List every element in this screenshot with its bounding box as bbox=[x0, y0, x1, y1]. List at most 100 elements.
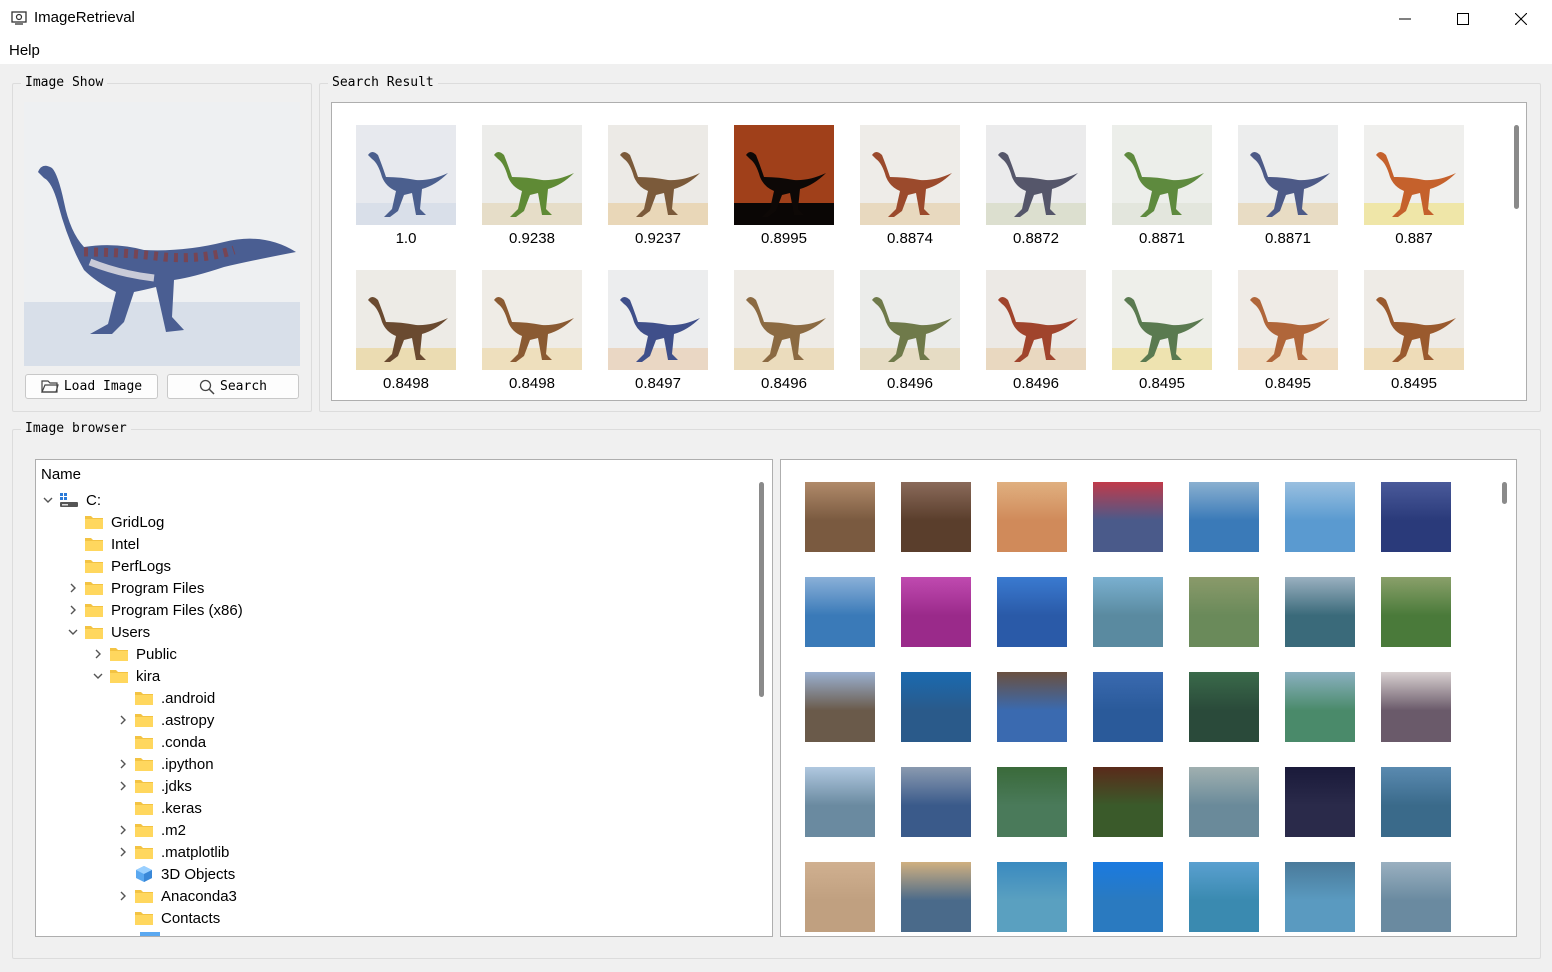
browser-thumbnail[interactable] bbox=[997, 862, 1067, 932]
browser-thumbnail[interactable] bbox=[901, 767, 971, 837]
browser-thumbnail[interactable] bbox=[1285, 767, 1355, 837]
result-thumbnail[interactable] bbox=[608, 125, 708, 225]
result-item[interactable]: 0.8495 bbox=[1364, 270, 1464, 392]
tree-item[interactable]: .jdks bbox=[116, 775, 192, 797]
chevron-right-icon[interactable] bbox=[91, 647, 105, 661]
result-item[interactable]: 0.8874 bbox=[860, 125, 960, 247]
result-thumbnail[interactable] bbox=[860, 270, 960, 370]
results-scrollbar[interactable] bbox=[1514, 125, 1519, 209]
tree-item[interactable]: Users bbox=[66, 621, 150, 643]
browser-thumbnail[interactable] bbox=[1189, 862, 1259, 932]
result-thumbnail[interactable] bbox=[734, 125, 834, 225]
browser-thumbnail[interactable] bbox=[1381, 767, 1451, 837]
browser-thumbnail[interactable] bbox=[901, 672, 971, 742]
chevron-right-icon[interactable] bbox=[66, 581, 80, 595]
result-item[interactable]: 0.8495 bbox=[1238, 270, 1338, 392]
result-thumbnail[interactable] bbox=[1112, 125, 1212, 225]
browser-thumbnail[interactable] bbox=[1285, 577, 1355, 647]
result-item[interactable]: 0.9238 bbox=[482, 125, 582, 247]
browser-thumbnail[interactable] bbox=[1093, 862, 1163, 932]
result-item[interactable]: 0.8498 bbox=[356, 270, 456, 392]
browser-thumbnail[interactable] bbox=[1285, 862, 1355, 932]
tree-header-name[interactable]: Name bbox=[41, 466, 81, 483]
menu-help[interactable]: Help bbox=[9, 42, 40, 59]
chevron-down-icon[interactable] bbox=[41, 493, 55, 507]
result-thumbnail[interactable] bbox=[986, 270, 1086, 370]
browser-thumbnail[interactable] bbox=[1285, 482, 1355, 552]
tree-item[interactable]: .conda bbox=[116, 731, 206, 753]
chevron-right-icon[interactable] bbox=[116, 757, 130, 771]
tree-item[interactable]: Program Files (x86) bbox=[66, 599, 243, 621]
browser-thumbnail[interactable] bbox=[805, 862, 875, 932]
browser-thumbnail[interactable] bbox=[805, 672, 875, 742]
result-item[interactable]: 0.9237 bbox=[608, 125, 708, 247]
browser-thumbnail[interactable] bbox=[901, 862, 971, 932]
result-thumbnail[interactable] bbox=[1364, 270, 1464, 370]
tree-item[interactable]: GridLog bbox=[66, 511, 164, 533]
browser-thumbnail[interactable] bbox=[1093, 482, 1163, 552]
browser-thumbnail[interactable] bbox=[1381, 482, 1451, 552]
chevron-right-icon[interactable] bbox=[116, 823, 130, 837]
result-item[interactable]: 0.8496 bbox=[734, 270, 834, 392]
browser-thumbnail[interactable] bbox=[997, 577, 1067, 647]
browser-thumbnail[interactable] bbox=[997, 482, 1067, 552]
tree-item[interactable]: .astropy bbox=[116, 709, 214, 731]
load-image-button[interactable]: Load Image bbox=[25, 374, 158, 399]
browser-thumbnail[interactable] bbox=[1285, 672, 1355, 742]
chevron-right-icon[interactable] bbox=[66, 603, 80, 617]
browser-thumbnail[interactable] bbox=[997, 767, 1067, 837]
tree-item[interactable]: Public bbox=[91, 643, 177, 665]
grid-scrollbar[interactable] bbox=[1502, 482, 1507, 504]
chevron-down-icon[interactable] bbox=[66, 625, 80, 639]
result-item[interactable]: 0.8495 bbox=[1112, 270, 1212, 392]
result-thumbnail[interactable] bbox=[356, 270, 456, 370]
chevron-right-icon[interactable] bbox=[116, 845, 130, 859]
result-thumbnail[interactable] bbox=[1238, 270, 1338, 370]
browser-thumbnail[interactable] bbox=[1189, 577, 1259, 647]
tree-item[interactable]: PerfLogs bbox=[66, 555, 171, 577]
browser-thumbnail[interactable] bbox=[805, 767, 875, 837]
tree-item[interactable]: Contacts bbox=[116, 907, 220, 929]
result-item[interactable]: 0.8872 bbox=[986, 125, 1086, 247]
file-tree[interactable]: Name C: GridLog Intel PerfLogs Program Files… bbox=[35, 459, 773, 937]
browser-thumbnail[interactable] bbox=[805, 482, 875, 552]
result-thumbnail[interactable] bbox=[734, 270, 834, 370]
browser-thumbnail[interactable] bbox=[901, 577, 971, 647]
minimize-button[interactable] bbox=[1376, 0, 1434, 38]
tree-item[interactable]: kira bbox=[91, 665, 160, 687]
tree-item[interactable]: .m2 bbox=[116, 819, 186, 841]
result-item[interactable]: 0.8498 bbox=[482, 270, 582, 392]
chevron-down-icon[interactable] bbox=[91, 669, 105, 683]
search-results-panel[interactable]: 1.0 0.9238 0.9237 0.8995 0.8874 0.8872 0.8871 0… bbox=[331, 102, 1527, 401]
tree-item[interactable]: Program Files bbox=[66, 577, 204, 599]
result-item[interactable]: 0.8871 bbox=[1238, 125, 1338, 247]
result-item[interactable]: 1.0 bbox=[356, 125, 456, 247]
browser-thumbnail[interactable] bbox=[1189, 767, 1259, 837]
browser-thumbnail[interactable] bbox=[1381, 577, 1451, 647]
result-thumbnail[interactable] bbox=[482, 270, 582, 370]
browser-thumbnail[interactable] bbox=[1381, 862, 1451, 932]
result-item[interactable]: 0.8995 bbox=[734, 125, 834, 247]
result-item[interactable]: 0.8871 bbox=[1112, 125, 1212, 247]
browser-thumbnail[interactable] bbox=[1093, 767, 1163, 837]
result-thumbnail[interactable] bbox=[1238, 125, 1338, 225]
close-button[interactable] bbox=[1492, 0, 1550, 38]
result-item[interactable]: 0.8497 bbox=[608, 270, 708, 392]
browser-thumbnail[interactable] bbox=[1189, 482, 1259, 552]
result-thumbnail[interactable] bbox=[482, 125, 582, 225]
result-thumbnail[interactable] bbox=[356, 125, 456, 225]
tree-item[interactable]: .keras bbox=[116, 797, 202, 819]
browser-thumbnail[interactable] bbox=[997, 672, 1067, 742]
tree-item[interactable]: .ipython bbox=[116, 753, 214, 775]
browser-thumbnail[interactable] bbox=[1189, 672, 1259, 742]
result-thumbnail[interactable] bbox=[608, 270, 708, 370]
chevron-right-icon[interactable] bbox=[116, 889, 130, 903]
chevron-right-icon[interactable] bbox=[116, 779, 130, 793]
browser-thumbnail[interactable] bbox=[1381, 672, 1451, 742]
tree-item[interactable]: Intel bbox=[66, 533, 139, 555]
browser-thumbnail[interactable] bbox=[805, 577, 875, 647]
tree-item[interactable]: .android bbox=[116, 687, 215, 709]
result-item[interactable]: 0.8496 bbox=[860, 270, 960, 392]
tree-scrollbar[interactable] bbox=[759, 482, 764, 697]
result-item[interactable]: 0.887 bbox=[1364, 125, 1464, 247]
